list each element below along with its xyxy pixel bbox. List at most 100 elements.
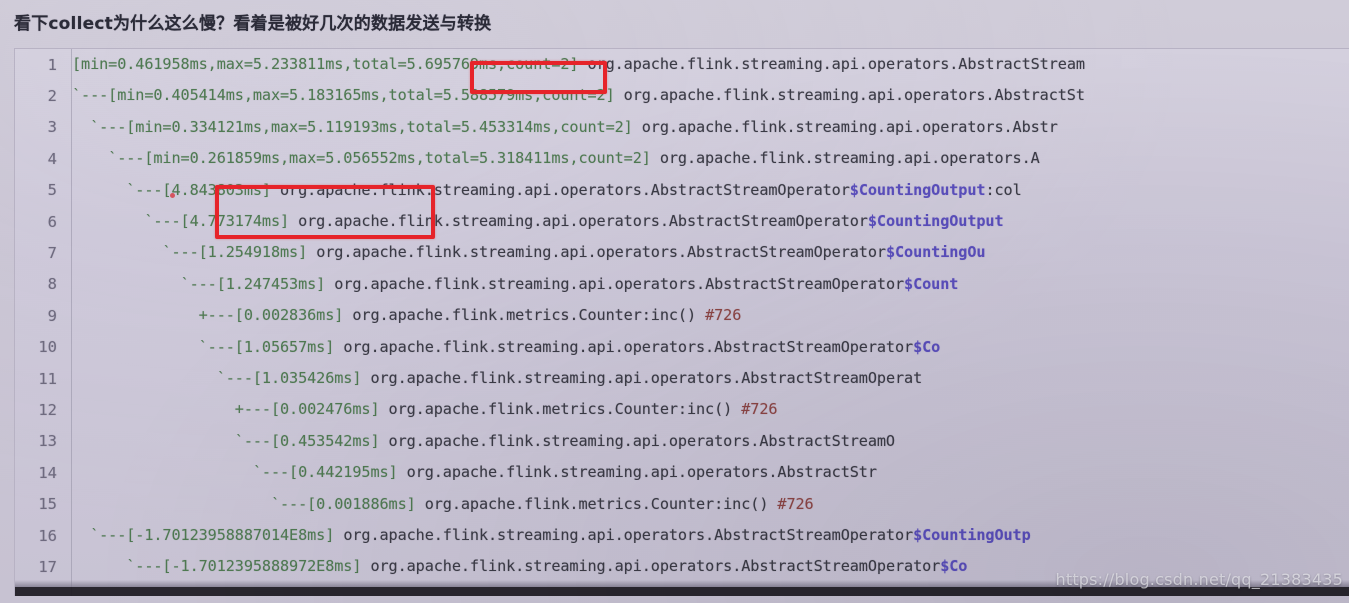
code-segment-dark: org.apache.flink.metrics.Counter:inc() [388,402,742,418]
code-line-text: `---[1.05657ms] org.apache.flink.streami… [61,340,1349,355]
code-segment-red: #726 [705,308,742,324]
code-line[interactable]: 13 `---[0.453542ms] org.apache.flink.str… [15,426,1349,457]
code-line[interactable]: 14 `---[0.442195ms] org.apache.flink.str… [15,457,1349,488]
code-segment-dark: org.apache.flink.streaming.api.operators… [406,465,877,481]
code-segment-blue: $CountingOutput [849,182,986,198]
line-number: 6 [47,212,57,231]
code-segment-green: +---[0.002836ms] [72,308,353,324]
line-number: 2 [47,87,57,106]
code-segment-dark: org.apache.flink.metrics.Counter:inc() [424,496,778,512]
code-line-text: [min=0.461958ms,max=5.233811ms,total=5.6… [61,57,1349,72]
code-segment-green: `---[0.453542ms] [72,433,389,449]
code-segment-blue: $CountingOutput [867,214,1004,230]
code-line[interactable]: 16 `---[-1.70123958887014E8ms] org.apach… [15,520,1349,551]
code-line-text: `---[4.843803ms] org.apache.flink.stream… [61,183,1349,198]
code-segment-dark: org.apache.flink.streaming.api.operators… [370,371,923,387]
code-segment-dark: org.apache.flink.streaming.api.operators… [298,214,868,230]
code-segment-dark: org.apache.flink.streaming.api.operators… [316,245,886,261]
screenshot-root: 看下collect为什么这么慢？看着是被好几次的数据发送与转换 1 [min=0.… [0,0,1349,603]
line-number: 4 [47,149,57,168]
red-dot-artifact [170,193,175,198]
code-segment-green: `---[4.843803ms] [72,182,281,198]
code-line-text: +---[0.002836ms] org.apache.flink.metric… [61,308,1349,323]
code-line[interactable]: 10 `---[1.05657ms] org.apache.flink.stre… [15,332,1349,363]
code-segment-dark: org.apache.flink.streaming.api.operators… [280,182,850,198]
code-segment-green: `---[1.05657ms] [72,339,344,355]
code-segment-green: `---[0.001886ms] [72,496,425,512]
code-segment-green: `---[-1.7012395888972E8ms] [72,559,371,575]
code-line[interactable]: 1 [min=0.461958ms,max=5.233811ms,total=5.… [15,49,1349,80]
code-segment-red: #726 [741,402,778,418]
code-line-text: `---[min=0.334121ms,max=5.119193ms,total… [61,120,1349,135]
code-line[interactable]: 15 `---[0.001886ms] org.apache.flink.met… [15,488,1349,519]
code-segment-dark: org.apache.flink.streaming.api.operators… [587,57,1086,73]
code-line-text: `---[0.442195ms] org.apache.flink.stream… [61,465,1349,480]
line-number: 14 [38,463,57,482]
code-line-text: `---[4.773174ms] org.apache.flink.stream… [61,214,1349,229]
code-line[interactable]: 5 `---[4.843803ms] org.apache.flink.stre… [15,175,1349,206]
code-segment-dark: :col [985,182,1022,198]
line-number: 8 [47,275,57,294]
code-segment-green: +---[0.002476ms] [72,402,389,418]
line-number: 17 [38,557,57,576]
code-line-text: `---[-1.70123958887014E8ms] org.apache.f… [61,528,1349,543]
code-segment-green: `---[min=0.261859ms,max=5.056552ms,total… [72,151,660,167]
code-line-text: `---[1.247453ms] org.apache.flink.stream… [61,277,1349,292]
code-segment-blue: $CountingOu [885,245,986,261]
code-line[interactable]: 8 `---[1.247453ms] org.apache.flink.stre… [15,269,1349,300]
code-line[interactable]: 4 `---[min=0.261859ms,max=5.056552ms,tot… [15,143,1349,174]
code-segment-dark: org.apache.flink.streaming.api.operators… [370,559,941,575]
code-line-text: `---[min=0.405414ms,max=5.183165ms,total… [61,88,1349,103]
code-line-text: `---[1.254918ms] org.apache.flink.stream… [61,245,1349,260]
code-line[interactable]: 3 `---[min=0.334121ms,max=5.119193ms,tot… [15,112,1349,143]
code-line[interactable]: 9 +---[0.002836ms] org.apache.flink.metr… [15,300,1349,331]
code-line-text: `---[min=0.261859ms,max=5.056552ms,total… [61,151,1349,166]
code-segment-dark: org.apache.flink.streaming.api.operators… [343,339,914,355]
code-segment-blue: $CountingOutp [913,527,1031,544]
line-number: 9 [47,306,57,325]
code-segment-green: `---[min=0.405414ms,max=5.183165ms,total… [72,88,624,104]
code-segment-blue: $Co [913,339,941,355]
code-line[interactable]: 12 +---[0.002476ms] org.apache.flink.met… [15,394,1349,425]
code-output-panel[interactable]: 1 [min=0.461958ms,max=5.233811ms,total=5.… [14,48,1349,596]
code-line-text: `---[0.453542ms] org.apache.flink.stream… [61,434,1349,449]
code-line-text: `---[-1.7012395888972E8ms] org.apache.fl… [61,559,1349,574]
code-segment-dark: org.apache.flink.metrics.Counter:inc() [352,308,706,324]
code-line[interactable]: 2 `---[min=0.405414ms,max=5.183165ms,tota… [15,80,1349,111]
code-line-text: `---[0.001886ms] org.apache.flink.metric… [61,497,1349,512]
line-number: 3 [47,118,57,137]
bottom-clipped-strip [15,587,1349,596]
code-line-text: +---[0.002476ms] org.apache.flink.metric… [61,402,1349,417]
code-line[interactable]: 11 `---[1.035426ms] org.apache.flink.str… [15,363,1349,394]
code-segment-green: `---[1.035426ms] [72,371,371,387]
code-segment-green: `---[1.247453ms] [72,276,335,293]
code-line[interactable]: 6 `---[4.773174ms] org.apache.flink.stre… [15,206,1349,237]
line-number: 13 [38,432,57,451]
code-line[interactable]: 17 `---[-1.7012395888972E8ms] org.apache… [15,551,1349,582]
code-segment-green: `---[-1.70123958887014E8ms] [72,527,344,544]
code-segment-blue: $Co [940,559,968,575]
code-line-list: 1 [min=0.461958ms,max=5.233811ms,total=5.… [15,49,1349,583]
code-segment-dark: org.apache.flink.streaming.api.operators… [334,276,905,293]
code-segment-dark: org.apache.flink.streaming.api.operators… [641,119,1058,136]
line-number: 15 [38,495,57,514]
code-segment-dark: org.apache.flink.streaming.api.operators… [659,151,1040,167]
page-title: 看下collect为什么这么慢？看着是被好几次的数据发送与转换 [14,13,492,34]
code-segment-green: `---[4.773174ms] [72,214,299,230]
code-segment-green: `---[min=0.334121ms,max=5.119193ms,total… [72,119,642,136]
code-segment-dark: org.apache.flink.streaming.api.operators… [388,433,896,449]
code-segment-dark: org.apache.flink.streaming.api.operators… [343,527,914,544]
line-number: 5 [47,181,57,200]
code-segment-green: `---[0.442195ms] [72,465,407,481]
line-number: 12 [38,400,57,419]
code-line[interactable]: 7 `---[1.254918ms] org.apache.flink.stre… [15,237,1349,268]
line-number: 7 [47,244,57,263]
line-number: 10 [38,338,57,357]
code-segment-green: `---[1.254918ms] [72,245,317,261]
code-segment-blue: $Count [904,276,959,293]
code-segment-dark: org.apache.flink.streaming.api.operators… [623,88,1085,104]
line-number: 16 [38,526,57,545]
code-line-text: `---[1.035426ms] org.apache.flink.stream… [61,371,1349,386]
line-number: 1 [47,55,57,74]
bottom-fade [15,580,1349,587]
